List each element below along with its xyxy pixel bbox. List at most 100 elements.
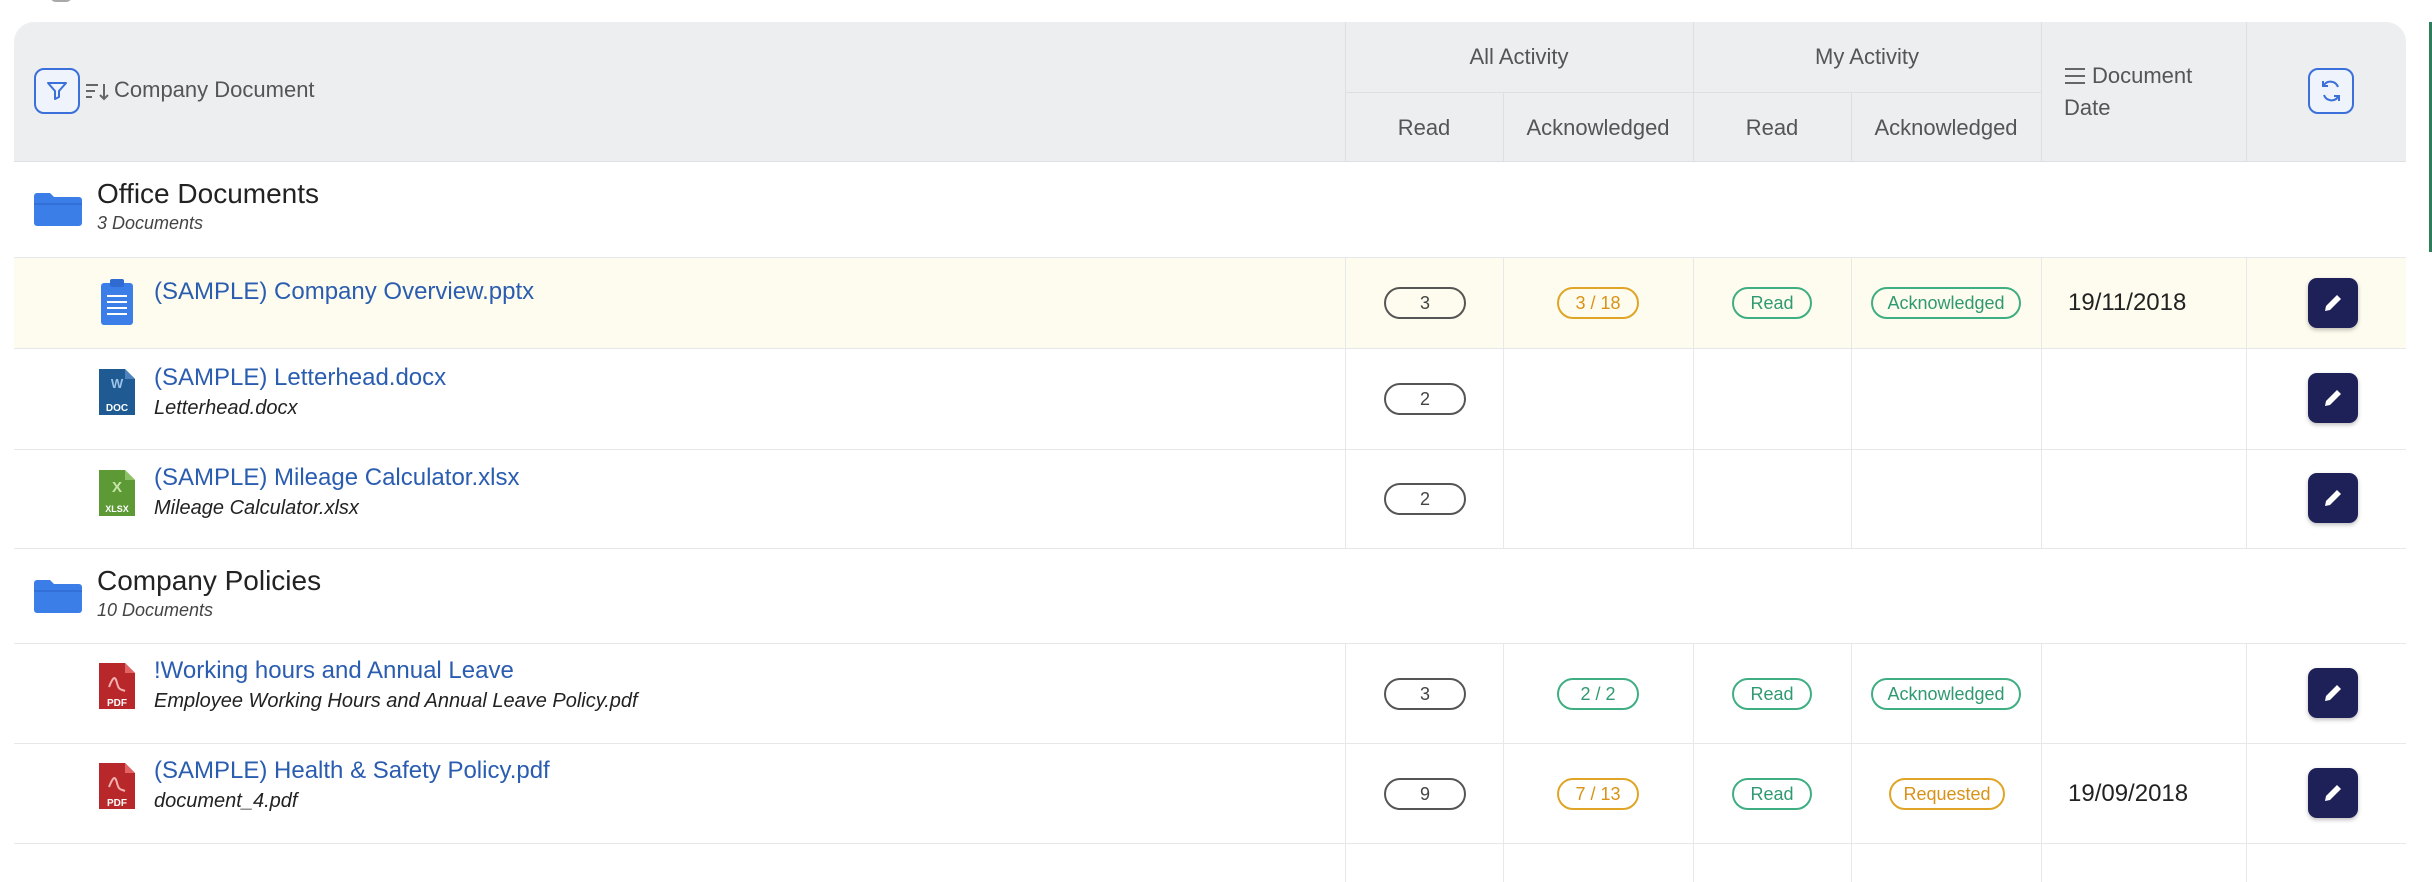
document-link[interactable]: (SAMPLE) Mileage Calculator.xlsx	[154, 464, 519, 492]
filter-icon	[47, 82, 67, 100]
divider	[2246, 844, 2247, 882]
folder-icon	[34, 193, 82, 226]
table-row[interactable]: PDF (SAMPLE) Health & Safety Policy.pdf …	[14, 744, 2406, 844]
column-all-read[interactable]: Read	[1345, 92, 1503, 162]
divider	[2246, 450, 2247, 548]
word-doc-icon: W DOC	[99, 369, 135, 415]
divider	[2041, 450, 2042, 548]
document-filename: Employee Working Hours and Annual Leave …	[154, 690, 638, 712]
column-my-acknowledged[interactable]: Acknowledged	[1851, 92, 2041, 162]
column-all-acknowledged[interactable]: Acknowledged	[1503, 92, 1693, 162]
divider	[1851, 844, 1852, 882]
divider	[2246, 22, 2247, 162]
document-filename: Mileage Calculator.xlsx	[154, 497, 359, 519]
divider	[1693, 258, 1694, 348]
document-filename: Letterhead.docx	[154, 397, 298, 419]
divider	[1693, 744, 1694, 843]
svg-text:X: X	[112, 479, 122, 496]
columns-icon	[2065, 68, 2085, 84]
divider	[1851, 644, 1852, 743]
read-count-badge: 3	[1384, 287, 1466, 319]
column-document-date[interactable]: Document Date	[2064, 60, 2234, 124]
document-filename: document_4.pdf	[154, 790, 298, 812]
sort-icon[interactable]	[84, 80, 110, 104]
ack-ratio-badge: 2 / 2	[1557, 678, 1639, 710]
folder-count: 3 Documents	[97, 213, 204, 233]
divider	[1503, 844, 1504, 882]
my-ack-badge: Acknowledged	[1871, 287, 2021, 319]
edit-button[interactable]	[2308, 768, 2358, 818]
divider	[1503, 349, 1504, 449]
table-row[interactable]: W DOC (SAMPLE) Letterhead.docx Letterhead…	[14, 349, 2406, 450]
document-link[interactable]: (SAMPLE) Letterhead.docx	[154, 364, 446, 392]
divider	[1503, 258, 1504, 348]
refresh-button[interactable]	[2308, 68, 2354, 114]
folder-count: 10 Documents	[97, 600, 214, 620]
divider	[1693, 349, 1694, 449]
column-company-document[interactable]: Company Document	[114, 77, 315, 103]
my-read-badge: Read	[1732, 678, 1812, 710]
divider	[1693, 844, 1694, 882]
divider	[2246, 744, 2247, 843]
group-my-activity: My Activity	[1815, 44, 1919, 69]
table-header: Company Document All Activity My Activit…	[14, 22, 2406, 162]
divider	[1345, 258, 1346, 348]
edit-button[interactable]	[2308, 473, 2358, 523]
filter-button[interactable]	[34, 68, 80, 114]
divider	[1503, 744, 1504, 843]
ack-ratio-badge: 7 / 13	[1557, 778, 1639, 810]
divider	[2246, 644, 2247, 743]
folder-name: Office Documents	[97, 178, 320, 209]
doc-badge-text: DOC	[106, 403, 128, 414]
divider	[2041, 844, 2042, 882]
xlsx-badge-text: XLSX	[105, 504, 129, 514]
divider	[2041, 349, 2042, 449]
column-my-read[interactable]: Read	[1693, 92, 1851, 162]
divider	[2041, 258, 2042, 348]
read-count-badge: 3	[1384, 678, 1466, 710]
divider	[2246, 258, 2247, 348]
folder-row[interactable]: Company Policies 10 Documents	[14, 549, 2406, 644]
table-row[interactable]: X XLSX (SAMPLE) Mileage Calculator.xlsx M…	[14, 450, 2406, 549]
group-all-activity: All Activity	[1469, 44, 1569, 69]
my-ack-badge: Acknowledged	[1871, 678, 2021, 710]
divider	[1345, 644, 1346, 743]
read-count-badge: 2	[1384, 383, 1466, 415]
edit-button[interactable]	[2308, 373, 2358, 423]
divider	[1851, 450, 1852, 548]
edit-button[interactable]	[2308, 668, 2358, 718]
read-count-badge: 9	[1384, 778, 1466, 810]
top-strip	[0, 0, 2432, 22]
table-row[interactable]: (SAMPLE) Company Overview.pptx 3 3 / 18 …	[14, 258, 2406, 349]
my-read-badge: Read	[1732, 778, 1812, 810]
pencil-icon	[2325, 685, 2341, 701]
pdf-icon: PDF	[99, 763, 135, 809]
divider	[1851, 744, 1852, 843]
document-date: 19/09/2018	[2068, 780, 2189, 807]
folder-name: Company Policies	[97, 565, 322, 596]
pdf-badge-text: PDF	[107, 798, 127, 809]
clipboard-icon	[101, 279, 133, 325]
divider	[1345, 744, 1346, 843]
document-link[interactable]: !Working hours and Annual Leave	[154, 657, 514, 685]
divider	[1345, 349, 1346, 449]
divider	[1693, 450, 1694, 548]
documents-table: Company Document All Activity My Activit…	[14, 22, 2406, 882]
divider	[1693, 644, 1694, 743]
divider	[1851, 258, 1852, 348]
divider	[2041, 644, 2042, 743]
document-link[interactable]: (SAMPLE) Company Overview.pptx	[154, 278, 534, 306]
table-row[interactable]: PDF !Working hours and Annual Leave Empl…	[14, 644, 2406, 744]
folder-row[interactable]: Office Documents 3 Documents	[14, 162, 2406, 258]
pencil-icon	[2325, 490, 2341, 506]
divider	[2246, 349, 2247, 449]
edit-button[interactable]	[2308, 278, 2358, 328]
divider	[2041, 22, 2042, 162]
folder-icon	[34, 580, 82, 613]
pencil-icon	[2325, 785, 2341, 801]
divider	[1345, 844, 1346, 882]
document-link[interactable]: (SAMPLE) Health & Safety Policy.pdf	[154, 757, 550, 785]
ack-ratio-badge: 3 / 18	[1557, 287, 1639, 319]
my-ack-badge: Requested	[1889, 778, 2005, 810]
table-row[interactable]	[14, 844, 2406, 882]
